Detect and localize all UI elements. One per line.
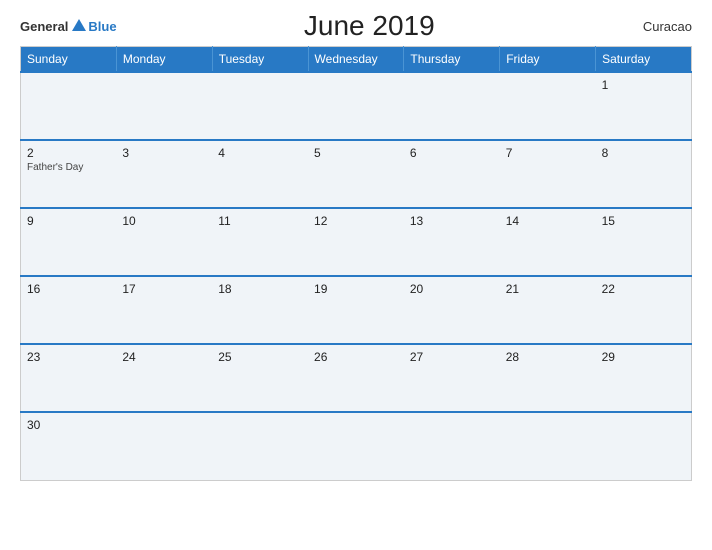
- calendar-day-cell: 18: [212, 276, 308, 344]
- calendar-day-cell: 7: [500, 140, 596, 208]
- day-number: 2: [27, 146, 110, 160]
- weekday-header-thursday: Thursday: [404, 47, 500, 73]
- day-number: 17: [122, 282, 206, 296]
- weekday-header-monday: Monday: [116, 47, 212, 73]
- day-number: 20: [410, 282, 494, 296]
- calendar-day-cell: 30: [21, 412, 117, 480]
- calendar-day-cell: 29: [596, 344, 692, 412]
- calendar-day-cell: 13: [404, 208, 500, 276]
- calendar-day-cell: 6: [404, 140, 500, 208]
- calendar-day-cell: 27: [404, 344, 500, 412]
- event-label: Father's Day: [27, 162, 110, 173]
- logo-triangle-icon: [72, 19, 86, 31]
- calendar-day-cell: 3: [116, 140, 212, 208]
- calendar-day-cell: [212, 412, 308, 480]
- day-number: 7: [506, 146, 590, 160]
- calendar-week-row: 30: [21, 412, 692, 480]
- calendar-day-cell: [21, 72, 117, 140]
- calendar-day-cell: 10: [116, 208, 212, 276]
- logo: General Blue: [20, 19, 117, 34]
- calendar-day-cell: [308, 412, 404, 480]
- day-number: 21: [506, 282, 590, 296]
- calendar-day-cell: [404, 412, 500, 480]
- calendar-day-cell: 15: [596, 208, 692, 276]
- day-number: 9: [27, 214, 110, 228]
- calendar-day-cell: 26: [308, 344, 404, 412]
- day-number: 4: [218, 146, 302, 160]
- weekday-header-friday: Friday: [500, 47, 596, 73]
- day-number: 25: [218, 350, 302, 364]
- weekday-header-tuesday: Tuesday: [212, 47, 308, 73]
- day-number: 23: [27, 350, 110, 364]
- day-number: 27: [410, 350, 494, 364]
- calendar-day-cell: [404, 72, 500, 140]
- weekday-header-row: SundayMondayTuesdayWednesdayThursdayFrid…: [21, 47, 692, 73]
- day-number: 26: [314, 350, 398, 364]
- day-number: 11: [218, 214, 302, 228]
- day-number: 30: [27, 418, 110, 432]
- day-number: 10: [122, 214, 206, 228]
- day-number: 1: [602, 78, 685, 92]
- calendar-day-cell: [596, 412, 692, 480]
- day-number: 22: [602, 282, 685, 296]
- day-number: 29: [602, 350, 685, 364]
- day-number: 13: [410, 214, 494, 228]
- calendar-day-cell: 9: [21, 208, 117, 276]
- calendar-day-cell: 28: [500, 344, 596, 412]
- day-number: 16: [27, 282, 110, 296]
- day-number: 14: [506, 214, 590, 228]
- calendar-day-cell: [308, 72, 404, 140]
- calendar-week-row: 16 17 18 19 20 21 22: [21, 276, 692, 344]
- day-number: 6: [410, 146, 494, 160]
- region-label: Curacao: [622, 19, 692, 34]
- calendar-day-cell: 4: [212, 140, 308, 208]
- calendar-day-cell: 19: [308, 276, 404, 344]
- calendar-day-cell: 8: [596, 140, 692, 208]
- calendar-day-cell: 21: [500, 276, 596, 344]
- calendar-day-cell: 24: [116, 344, 212, 412]
- calendar-day-cell: [500, 412, 596, 480]
- calendar-day-cell: 20: [404, 276, 500, 344]
- calendar-day-cell: 14: [500, 208, 596, 276]
- calendar-week-row: 2 Father's Day 345678: [21, 140, 692, 208]
- day-number: 19: [314, 282, 398, 296]
- calendar-day-cell: 1: [596, 72, 692, 140]
- day-number: 28: [506, 350, 590, 364]
- day-number: 18: [218, 282, 302, 296]
- calendar-day-cell: 16: [21, 276, 117, 344]
- day-number: 3: [122, 146, 206, 160]
- day-number: 15: [602, 214, 685, 228]
- calendar-table: SundayMondayTuesdayWednesdayThursdayFrid…: [20, 46, 692, 481]
- calendar-day-cell: 22: [596, 276, 692, 344]
- calendar-week-row: 1: [21, 72, 692, 140]
- day-number: 8: [602, 146, 685, 160]
- calendar-day-cell: 25: [212, 344, 308, 412]
- logo-general-text: General: [20, 19, 68, 34]
- calendar-day-cell: 11: [212, 208, 308, 276]
- calendar-day-cell: 12: [308, 208, 404, 276]
- day-number: 5: [314, 146, 398, 160]
- calendar-day-cell: 2 Father's Day: [21, 140, 117, 208]
- weekday-header-saturday: Saturday: [596, 47, 692, 73]
- calendar-week-row: 9 10 11 12 13 14 15: [21, 208, 692, 276]
- calendar-week-row: 23 24 25 26 27 28 29: [21, 344, 692, 412]
- calendar-day-cell: [116, 412, 212, 480]
- weekday-header-wednesday: Wednesday: [308, 47, 404, 73]
- calendar-title: June 2019: [117, 10, 622, 42]
- logo-blue-text: Blue: [88, 19, 116, 34]
- weekday-header-sunday: Sunday: [21, 47, 117, 73]
- calendar-day-cell: [116, 72, 212, 140]
- calendar-day-cell: 5: [308, 140, 404, 208]
- calendar-day-cell: 23: [21, 344, 117, 412]
- calendar-day-cell: 17: [116, 276, 212, 344]
- calendar-day-cell: [500, 72, 596, 140]
- calendar-header: General Blue June 2019 Curacao: [20, 10, 692, 42]
- day-number: 12: [314, 214, 398, 228]
- day-number: 24: [122, 350, 206, 364]
- calendar-day-cell: [212, 72, 308, 140]
